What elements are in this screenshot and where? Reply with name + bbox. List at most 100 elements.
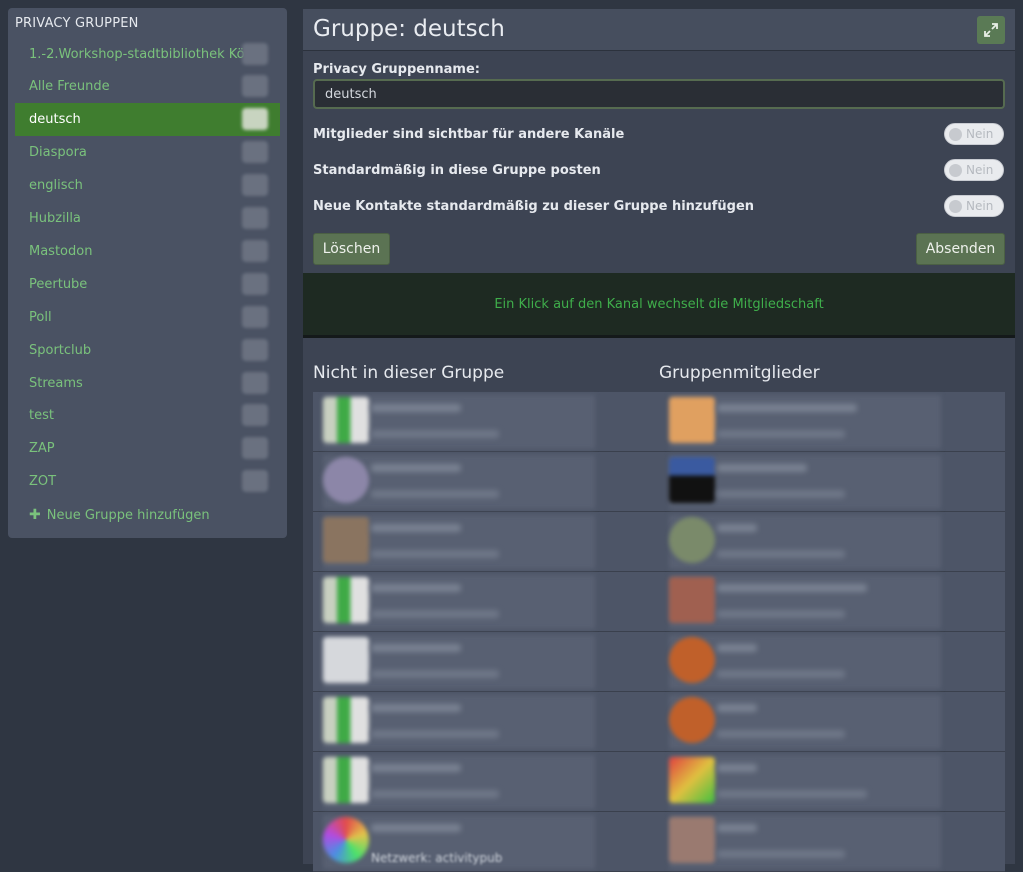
sidebar-item-label: Alle Freunde [29,79,110,94]
group-edit-panel: Gruppe: deutsch Privacy Gruppenname: Mit… [303,9,1015,872]
member-card[interactable] [659,572,1005,632]
member-count-badge [242,404,268,426]
sidebar-item-diaspora[interactable]: Diaspora [15,136,280,169]
page-title: Gruppe: deutsch [313,16,505,42]
sidebar-item-peertube[interactable]: Peertube [15,268,280,301]
toggle-value: Nein [966,163,994,177]
sidebar-item-zap[interactable]: ZAP [15,432,280,465]
toggle-label-new-contacts: Neue Kontakte standardmäßig zu dieser Gr… [313,199,755,214]
sidebar-item-label: 1.-2.Workshop-stadtbibliothek Köln [29,47,257,62]
sidebar-item-label: Sportclub [29,343,92,358]
member-count-badge [242,273,268,295]
new-contacts-toggle[interactable]: Nein [944,195,1004,217]
avatar [669,757,715,803]
member-count-badge [242,372,268,394]
sidebar-item-label: Hubzilla [29,211,81,226]
toggle-knob [949,128,962,141]
avatar [669,397,715,443]
sidebar-item-streams[interactable]: Streams [15,367,280,400]
sidebar-item-zot[interactable]: ZOT [15,465,280,498]
avatar [323,817,369,863]
expand-icon [984,23,998,37]
default-post-toggle[interactable]: Nein [944,159,1004,181]
member-card[interactable] [659,692,1005,752]
avatar [669,577,715,623]
membership-hint: Ein Klick auf den Kanal wechselt die Mit… [303,273,1015,338]
channel-card[interactable] [313,752,659,812]
member-card[interactable] [659,632,1005,692]
not-in-group-list: Netzwerk: activitypub [313,392,659,872]
add-group-label: Neue Gruppe hinzufügen [46,507,210,523]
avatar [323,517,369,563]
member-card[interactable] [659,452,1005,512]
sidebar-item-label: deutsch [29,112,81,127]
toggle-label-visible: Mitglieder sind sichtbar für andere Kanä… [313,127,625,142]
group-name-input[interactable] [313,79,1005,109]
member-card[interactable] [659,752,1005,812]
group-members-title: Gruppenmitglieder [659,363,820,383]
expand-button[interactable] [977,16,1005,44]
avatar [323,697,369,743]
member-card[interactable] [659,512,1005,572]
channel-card[interactable] [313,632,659,692]
channel-card[interactable] [313,572,659,632]
sidebar-item-hubzilla[interactable]: Hubzilla [15,202,280,235]
avatar [669,637,715,683]
group-members-list [659,392,1005,872]
sidebar-item-englisch[interactable]: englisch [15,169,280,202]
toggle-value: Nein [966,199,994,213]
plus-icon: ✚ [29,507,41,523]
group-name-label: Privacy Gruppenname: [313,62,480,77]
sidebar-item-sportclub[interactable]: Sportclub [15,334,280,367]
member-count-badge [242,108,268,130]
channel-card[interactable] [313,452,659,512]
member-count-badge [242,306,268,328]
members-visible-toggle[interactable]: Nein [944,123,1004,145]
sidebar-item-label: Peertube [29,277,88,292]
sidebar-item-deutsch[interactable]: deutsch [15,103,280,136]
toggle-value: Nein [966,127,994,141]
member-count-badge [242,470,268,492]
panel-header: Gruppe: deutsch [303,9,1015,51]
sidebar-title: PRIVACY GRUPPEN [15,16,139,31]
sidebar-item-label: Mastodon [29,244,93,259]
avatar [669,457,715,503]
delete-button[interactable]: Löschen [313,233,390,265]
member-count-badge [242,240,268,262]
avatar [323,397,369,443]
sidebar-item-label: englisch [29,178,83,193]
sidebar-item-test[interactable]: test [15,399,280,432]
sidebar-item-poll[interactable]: Poll [15,301,280,334]
privacy-groups-sidebar: PRIVACY GRUPPEN 1.-2.Workshop-stadtbibli… [8,8,287,538]
avatar [323,457,369,503]
avatar [669,697,715,743]
member-card[interactable] [659,812,1005,872]
sidebar-item-label: ZAP [29,441,55,456]
member-count-badge [242,174,268,196]
sidebar-item-workshop[interactable]: 1.-2.Workshop-stadtbibliothek Köln [15,38,280,71]
channel-card[interactable] [313,692,659,752]
avatar [323,757,369,803]
toggle-knob [949,200,962,213]
member-count-badge [242,207,268,229]
toggle-label-default-post: Standardmäßig in diese Gruppe posten [313,163,601,178]
sidebar-item-label: ZOT [29,474,57,489]
member-count-badge [242,75,268,97]
sidebar-item-alle-freunde[interactable]: Alle Freunde [15,70,280,103]
sidebar-item-label: Streams [29,376,83,391]
submit-button[interactable]: Absenden [916,233,1005,265]
channel-card[interactable] [313,512,659,572]
sidebar-item-mastodon[interactable]: Mastodon [15,235,280,268]
member-count-badge [242,141,268,163]
avatar [669,817,715,863]
member-card[interactable] [659,392,1005,452]
sidebar-item-label: Poll [29,310,52,325]
member-count-badge [242,43,268,65]
avatar [669,517,715,563]
channel-card[interactable]: Netzwerk: activitypub [313,812,659,872]
channel-card[interactable] [313,392,659,452]
avatar [323,577,369,623]
sidebar-item-label: Diaspora [29,145,87,160]
add-group-link[interactable]: ✚ Neue Gruppe hinzufügen [29,507,210,523]
network-label: Netzwerk: activitypub [371,851,503,865]
